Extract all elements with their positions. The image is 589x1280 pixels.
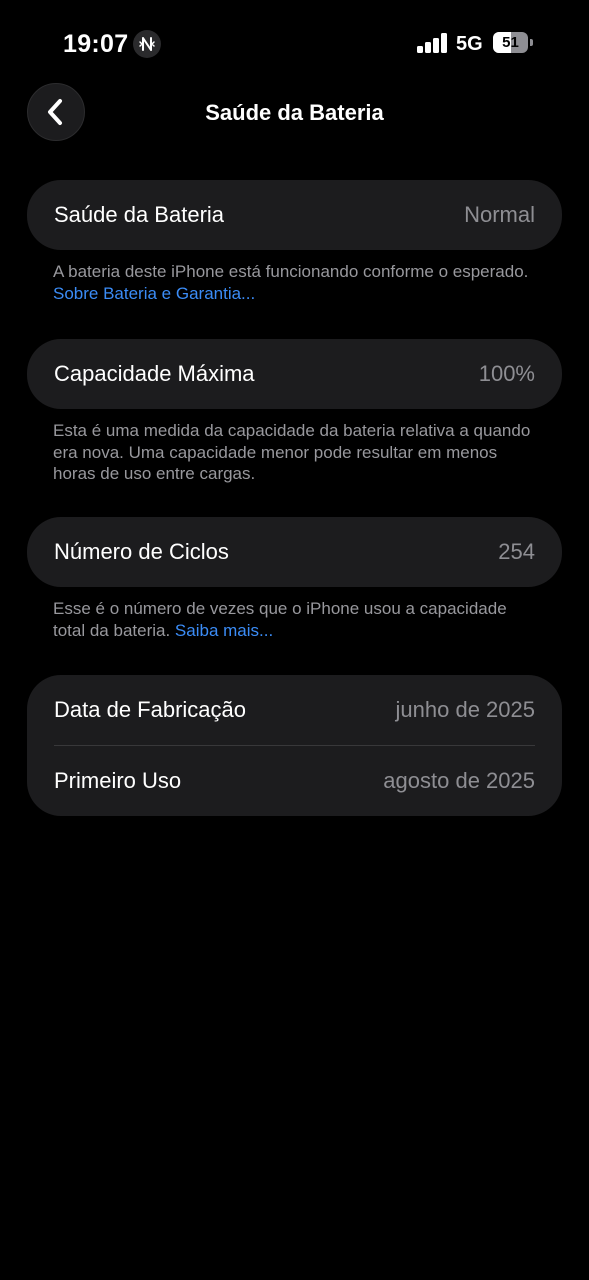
cycle-count-description: Esse é o número de vezes que o iPhone us… xyxy=(53,599,507,640)
cycle-count-label: Número de Ciclos xyxy=(54,539,229,564)
battery-health-description: A bateria deste iPhone está funcionando … xyxy=(53,262,529,281)
battery-dates-card: Data de Fabricação junho de 2025 Primeir… xyxy=(27,675,562,816)
manufacture-date-value: junho de 2025 xyxy=(395,697,535,722)
learn-more-link[interactable]: Saiba mais... xyxy=(175,621,273,640)
first-use-value: agosto de 2025 xyxy=(383,768,535,793)
battery-percentage: 51 xyxy=(502,34,519,51)
battery-icon: 51 xyxy=(493,32,533,54)
cycle-count-row: Número de Ciclos 254 xyxy=(27,517,562,587)
maximum-capacity-footnote: Esta é uma medida da capacidade da bater… xyxy=(53,421,531,483)
manufacture-date-label: Data de Fabricação xyxy=(54,697,246,722)
maximum-capacity-card: Capacidade Máxima 100% xyxy=(27,339,562,409)
first-use-label: Primeiro Uso xyxy=(54,768,182,793)
manufacture-date-row: Data de Fabricação junho de 2025 xyxy=(27,675,562,745)
cycle-count-value: 254 xyxy=(498,539,535,564)
network-type-label: 5G xyxy=(456,33,483,55)
battery-health-row[interactable]: Saúde da Bateria Normal xyxy=(27,180,562,250)
status-time: 19:07 xyxy=(63,30,129,58)
signal-icon xyxy=(417,33,449,53)
maximum-capacity-row: Capacidade Máxima 100% xyxy=(27,339,562,409)
focus-mode-icon xyxy=(133,30,161,58)
maximum-capacity-value: 100% xyxy=(478,361,535,386)
battery-health-card[interactable]: Saúde da Bateria Normal xyxy=(27,180,562,250)
battery-warranty-link[interactable]: Sobre Bateria e Garantia... xyxy=(53,284,255,303)
battery-health-footnote: A bateria deste iPhone está funcionando … xyxy=(53,261,533,304)
battery-health-value: Normal xyxy=(464,202,535,227)
cycle-count-card: Número de Ciclos 254 xyxy=(27,517,562,587)
cycle-count-footnote: Esse é o número de vezes que o iPhone us… xyxy=(53,598,533,641)
battery-health-label: Saúde da Bateria xyxy=(54,202,225,227)
status-bar: 19:07 5G 51 xyxy=(0,0,589,88)
maximum-capacity-label: Capacidade Máxima xyxy=(54,361,255,386)
first-use-row: Primeiro Uso agosto de 2025 xyxy=(27,746,562,816)
page-title: Saúde da Bateria xyxy=(205,100,384,125)
